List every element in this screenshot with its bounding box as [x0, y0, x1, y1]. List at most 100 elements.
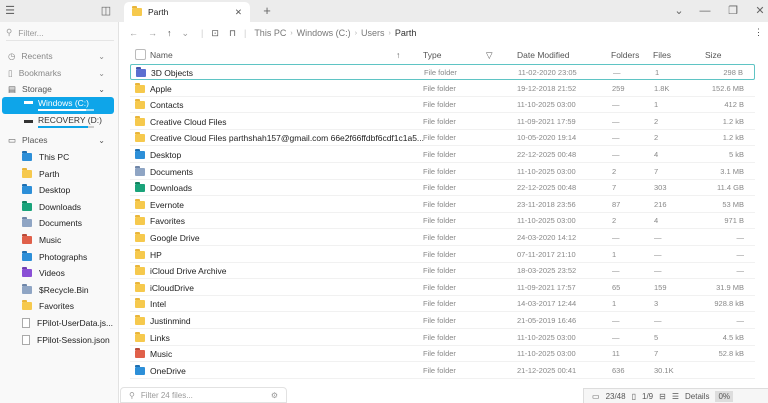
back-icon[interactable]: ← — [129, 28, 138, 38]
cell-name: Intel — [150, 299, 167, 310]
section-recents[interactable]: ◷ Recents ⌄ — [0, 48, 119, 64]
folder-icon — [135, 281, 145, 292]
file-row[interactable]: Downloads File folder 22-12-2025 00:48 7 303… — [130, 180, 755, 197]
cell-folders: 65 — [612, 282, 621, 292]
cell-date: 11-09-2021 17:59 — [517, 116, 576, 126]
section-storage[interactable]: ▤ Storage ⌄ — [0, 81, 119, 97]
more-options-icon[interactable]: ⋮ — [754, 27, 763, 38]
file-row[interactable]: Contacts File folder 11-10-2025 03:00 — 1 412… — [130, 97, 755, 114]
cell-files: 1.8K — [654, 83, 670, 93]
sidebar-item-place[interactable]: Favorites — [0, 298, 119, 314]
column-size[interactable]: Size — [705, 50, 722, 60]
tab-parth[interactable]: Parth ✕ — [124, 2, 250, 22]
sort-ascending-icon[interactable]: ↑ — [396, 50, 400, 60]
column-folders[interactable]: Folders — [611, 50, 639, 60]
filter-options-icon[interactable]: ⚙ — [271, 391, 278, 400]
place-label: This PC — [39, 152, 70, 162]
breadcrumb-item[interactable]: This PC — [254, 28, 286, 38]
file-filter-input[interactable]: Filter 24 files... — [141, 391, 193, 400]
file-row[interactable]: Evernote File folder 23-11-2018 23:56 87 216… — [130, 197, 755, 213]
file-row[interactable]: Intel File folder 14-03-2017 12:44 1 3 928.8 … — [130, 296, 755, 313]
filter-icon[interactable]: ▽ — [486, 50, 493, 61]
new-tab-icon[interactable]: + — [259, 4, 275, 18]
sidebar-item-place[interactable]: $Recycle.Bin — [0, 282, 119, 298]
cell-date: 21-12-2025 00:41 — [517, 365, 577, 375]
sidebar-item-place[interactable]: Downloads — [0, 199, 119, 215]
sidebar-item-place[interactable]: FPilot-Session.json — [0, 332, 119, 348]
column-type[interactable]: Type — [423, 50, 441, 60]
file-row[interactable]: Google Drive File folder 24-03-2020 14:12 —… — [130, 230, 755, 246]
file-filter[interactable]: ⚲ Filter 24 files... ⚙ — [120, 387, 287, 403]
new-item-icon[interactable]: ⊡ — [211, 28, 219, 39]
column-files[interactable]: Files — [653, 50, 671, 60]
cell-name: iCloud Drive Archive — [150, 266, 227, 277]
file-row[interactable]: Creative Cloud Files parthshah157@gmail.… — [130, 130, 755, 147]
sidebar-item-place[interactable]: FPilot-UserData.js... — [0, 315, 119, 331]
cell-type: File folder — [423, 266, 456, 276]
chevron-down-icon: ⌄ — [98, 135, 105, 145]
sidebar-item-place[interactable]: Videos — [0, 265, 119, 281]
cell-files: 1 — [655, 68, 660, 77]
cell-folders: 636 — [612, 365, 625, 375]
details-view-icon: ☰ — [671, 391, 679, 401]
file-row[interactable]: iCloudDrive File folder 11-09-2021 17:57 65… — [130, 280, 755, 296]
section-places[interactable]: ▭ Places ⌄ — [0, 132, 119, 148]
menu-icon[interactable]: ☰ — [2, 4, 18, 18]
clock-icon: ◷ — [8, 50, 16, 61]
tab-list-icon[interactable]: ⌄ — [671, 4, 687, 18]
sidebar-filter-input[interactable]: Filter... — [18, 28, 44, 38]
file-row[interactable]: 3D Objects File folder 11-02-2020 23:05 — 1 2… — [130, 64, 755, 80]
history-dropdown-icon[interactable]: ⌄ — [182, 28, 190, 39]
section-bookmarks[interactable]: ▯ Bookmarks ⌄ — [0, 65, 119, 81]
file-row[interactable]: Desktop File folder 22-12-2025 00:48 — 4 5 kB — [130, 147, 755, 163]
restore-icon[interactable]: ❐ — [725, 4, 741, 18]
drive-windows-c[interactable]: Windows (C:) — [2, 97, 114, 114]
close-tab-icon[interactable]: ✕ — [235, 7, 242, 18]
cell-folders: — — [612, 133, 620, 143]
sidebar-item-place[interactable]: Parth — [0, 166, 119, 182]
file-row[interactable]: iCloud Drive Archive File folder 18-03-202… — [130, 263, 755, 280]
file-row[interactable]: OneDrive File folder 21-12-2025 00:41 636 30… — [130, 363, 755, 379]
column-date-modified[interactable]: Date Modified — [517, 50, 569, 60]
minimize-icon[interactable]: — — [697, 4, 713, 18]
cell-size: 298 B — [723, 68, 743, 77]
folder-icon — [135, 198, 145, 209]
file-row[interactable]: HP File folder 07-11-2017 21:10 1 — — — [130, 247, 755, 263]
tab-title: Parth — [148, 7, 169, 17]
file-row[interactable]: Documents File folder 11-10-2025 03:00 2 7 3.… — [130, 164, 755, 180]
file-row[interactable]: Music File folder 11-10-2025 03:00 11 7 52.8 … — [130, 346, 755, 363]
sidebar-toggle-icon[interactable]: ◫ — [98, 4, 114, 18]
sidebar-item-place[interactable]: Photographs — [0, 249, 119, 265]
breadcrumb-item[interactable]: Parth — [395, 28, 417, 38]
close-window-icon[interactable]: ✕ — [752, 4, 768, 18]
cell-type: File folder — [423, 100, 456, 110]
sidebar-item-place[interactable]: Documents — [0, 215, 119, 231]
breadcrumb-item[interactable]: Windows (C:) — [297, 28, 351, 38]
bookmark-icon[interactable]: ⊓ — [229, 28, 236, 39]
file-icon — [22, 334, 30, 345]
drive-recovery-d[interactable]: RECOVERY (D:) — [2, 114, 114, 131]
file-row[interactable]: Justinmind File folder 21-05-2019 16:46 — — — — [130, 313, 755, 329]
layout-icon[interactable]: ⊟ — [659, 392, 666, 401]
cell-folders: 2 — [612, 216, 617, 226]
cell-date: 11-09-2021 17:57 — [517, 282, 576, 292]
place-label: FPilot-Session.json — [37, 334, 110, 345]
file-row[interactable]: Favorites File folder 11-10-2025 03:00 2 4 97… — [130, 213, 755, 230]
cell-name: Evernote — [150, 199, 185, 210]
sidebar-filter[interactable]: ⚲ Filter... — [6, 25, 114, 41]
forward-icon[interactable]: → — [148, 28, 157, 38]
breadcrumb-item[interactable]: Users — [361, 28, 385, 38]
file-row[interactable]: Links File folder 11-10-2025 03:00 — 5 4.5 kB — [130, 330, 755, 346]
cell-files: 2 — [654, 133, 659, 143]
up-icon[interactable]: ↑ — [167, 28, 172, 38]
cell-size: 971 B — [724, 216, 744, 226]
file-row[interactable]: Creative Cloud Files File folder 11-09-202… — [130, 114, 755, 130]
sidebar-item-place[interactable]: Desktop — [0, 182, 119, 198]
view-mode-button[interactable]: Details — [685, 392, 709, 401]
file-row[interactable]: Apple File folder 19-12-2018 21:52 259 1.8K 1… — [130, 81, 755, 97]
sidebar-item-place[interactable]: This PC — [0, 149, 119, 165]
sidebar-item-place[interactable]: Music — [0, 232, 119, 248]
column-name[interactable]: Name — [150, 50, 173, 60]
select-all-checkbox[interactable] — [135, 49, 146, 60]
toolbar: ← → ↑ ⌄ | ⊡ ⊓ | This PC › Windows (C:) › Use… — [119, 22, 768, 44]
